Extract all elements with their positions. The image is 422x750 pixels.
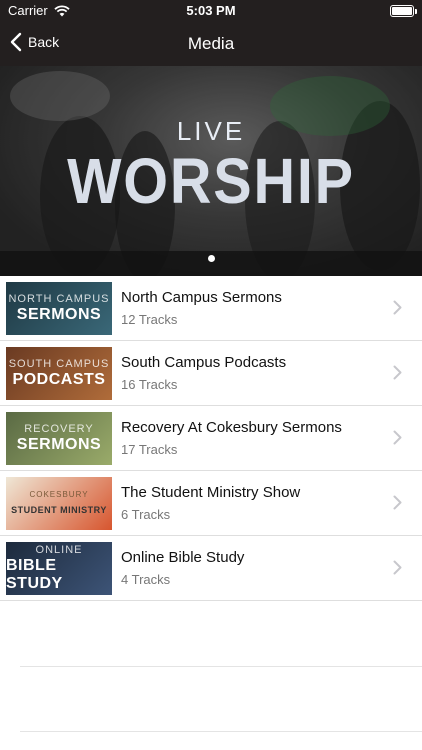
hero-title: WORSHIP [67, 145, 355, 217]
item-title: North Campus Sermons [121, 289, 282, 306]
list-item-student-ministry-show[interactable]: COKESBURY STUDENT MINISTRY The Student M… [0, 471, 422, 536]
thumbnail: COKESBURY STUDENT MINISTRY [6, 477, 112, 530]
item-track-count: 16 Tracks [121, 377, 178, 392]
chevron-right-icon [393, 365, 402, 380]
page-dot-active [207, 255, 215, 262]
item-texts: Recovery At Cokesbury Sermons 17 Tracks [121, 418, 342, 460]
empty-row-separator [20, 666, 422, 667]
thumbnail: SOUTH CAMPUS PODCASTS [6, 347, 112, 400]
status-bar: Carrier 5:03 PM [0, 0, 422, 22]
hero-subtitle: LIVE [176, 116, 246, 146]
media-list: NORTH CAMPUS SERMONS North Campus Sermon… [0, 276, 422, 601]
thumbnail-line1: ONLINE [35, 544, 83, 556]
chevron-right-icon [393, 495, 402, 510]
item-texts: Online Bible Study 4 Tracks [121, 548, 244, 590]
battery-fill [392, 7, 412, 15]
empty-row-separator [20, 731, 422, 732]
item-texts: South Campus Podcasts 16 Tracks [121, 353, 286, 395]
item-track-count: 6 Tracks [121, 507, 171, 522]
item-title: Online Bible Study [121, 549, 245, 566]
item-track-count: 4 Tracks [121, 572, 171, 587]
navigation-bar: Back Media [0, 22, 422, 66]
item-title: South Campus Podcasts [121, 354, 287, 371]
thumbnail-line2: SERMONS [16, 306, 102, 323]
thumbnail-line1: RECOVERY [24, 423, 94, 435]
list-item-north-campus-sermons[interactable]: NORTH CAMPUS SERMONS North Campus Sermon… [0, 276, 422, 341]
thumbnail-line1: COKESBURY [29, 490, 89, 499]
status-time: 5:03 PM [186, 3, 236, 18]
item-texts: The Student Ministry Show 6 Tracks [121, 483, 300, 525]
thumbnail-line2: STUDENT MINISTRY [11, 505, 107, 515]
thumbnail-line1: SOUTH CAMPUS [8, 358, 110, 370]
thumbnail-line1: NORTH CAMPUS [8, 293, 110, 305]
item-texts: North Campus Sermons 12 Tracks [121, 288, 282, 330]
hero-banner[interactable]: LIVE WORSHIP [0, 66, 422, 276]
item-title: The Student Ministry Show [121, 484, 301, 501]
thumbnail-line2: SERMONS [16, 436, 102, 453]
page-title: Media [187, 34, 235, 53]
item-track-count: 17 Tracks [121, 442, 178, 457]
chevron-right-icon [393, 300, 402, 315]
chevron-right-icon [393, 430, 402, 445]
battery-icon [390, 5, 417, 17]
thumbnail: NORTH CAMPUS SERMONS [6, 282, 112, 335]
list-item-recovery-sermons[interactable]: RECOVERY SERMONS Recovery At Cokesbury S… [0, 406, 422, 471]
thumbnail: RECOVERY SERMONS [6, 412, 112, 465]
thumbnail-line2: BIBLE STUDY [6, 557, 63, 592]
item-title: Recovery At Cokesbury Sermons [121, 419, 342, 436]
item-track-count: 12 Tracks [121, 312, 178, 327]
chevron-right-icon [393, 560, 402, 575]
thumbnail-line2: PODCASTS [12, 371, 106, 388]
list-item-online-bible-study[interactable]: ONLINE BIBLE STUDY Online Bible Study 4 … [0, 536, 422, 601]
thumbnail: ONLINE BIBLE STUDY [6, 542, 112, 595]
list-item-south-campus-podcasts[interactable]: SOUTH CAMPUS PODCASTS South Campus Podca… [0, 341, 422, 406]
page-indicator [0, 255, 422, 262]
